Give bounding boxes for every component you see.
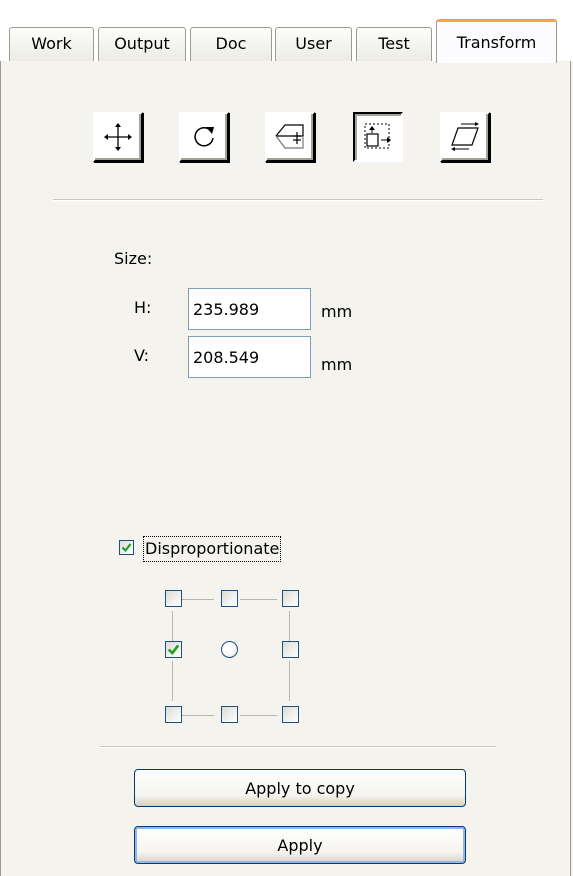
disproportionate-label[interactable]: Disproportionate (143, 536, 282, 562)
disproportionate-checkbox[interactable] (119, 540, 134, 555)
anchor-top-right[interactable] (282, 590, 299, 607)
anchor-top-left[interactable] (165, 590, 182, 607)
tab-user[interactable]: User (275, 27, 352, 61)
move-icon (104, 123, 132, 151)
anchor-bottom-right[interactable] (282, 706, 299, 723)
tab-strip: Work Output Doc User Test Transform (0, 0, 573, 63)
tab-doc[interactable]: Doc (190, 27, 272, 61)
separator (53, 199, 543, 201)
anchor-center-radio[interactable] (221, 641, 238, 658)
anchor-top-center[interactable] (221, 590, 238, 607)
h-unit: mm (321, 302, 353, 321)
check-icon (121, 543, 132, 553)
anchor-connector (172, 661, 173, 701)
h-label: H: (134, 298, 152, 317)
check-icon (167, 644, 180, 656)
mirror-icon (275, 124, 304, 149)
move-tool-button[interactable] (93, 112, 143, 162)
separator (100, 746, 496, 748)
anchor-connector (240, 599, 277, 600)
scale-tool-button[interactable] (353, 112, 403, 162)
h-size-input[interactable] (188, 288, 311, 330)
v-size-input[interactable] (188, 336, 311, 378)
size-heading: Size: (114, 249, 153, 268)
tab-test[interactable]: Test (356, 27, 432, 61)
v-label: V: (134, 346, 150, 365)
rotate-icon (194, 127, 214, 147)
anchor-connector (289, 661, 290, 701)
anchor-connector (289, 611, 290, 641)
anchor-middle-left[interactable] (165, 641, 182, 658)
rotate-tool-button[interactable] (179, 112, 229, 162)
anchor-middle-right[interactable] (282, 641, 299, 658)
anchor-bottom-center[interactable] (221, 706, 238, 723)
scale-icon (364, 123, 391, 149)
skew-tool-button[interactable] (440, 112, 490, 162)
skew-icon (451, 122, 479, 151)
transform-panel (0, 61, 571, 876)
apply-button[interactable]: Apply (134, 826, 466, 864)
tab-transform[interactable]: Transform (436, 19, 557, 63)
mirror-tool-button[interactable] (265, 112, 315, 162)
anchor-connector (181, 599, 214, 600)
tab-work[interactable]: Work (9, 27, 94, 61)
anchor-connector (172, 611, 173, 641)
anchor-connector (240, 715, 277, 716)
apply-to-copy-button[interactable]: Apply to copy (134, 769, 466, 807)
v-unit: mm (321, 355, 353, 374)
tab-output[interactable]: Output (98, 27, 186, 61)
anchor-bottom-left[interactable] (165, 706, 182, 723)
anchor-connector (181, 715, 214, 716)
